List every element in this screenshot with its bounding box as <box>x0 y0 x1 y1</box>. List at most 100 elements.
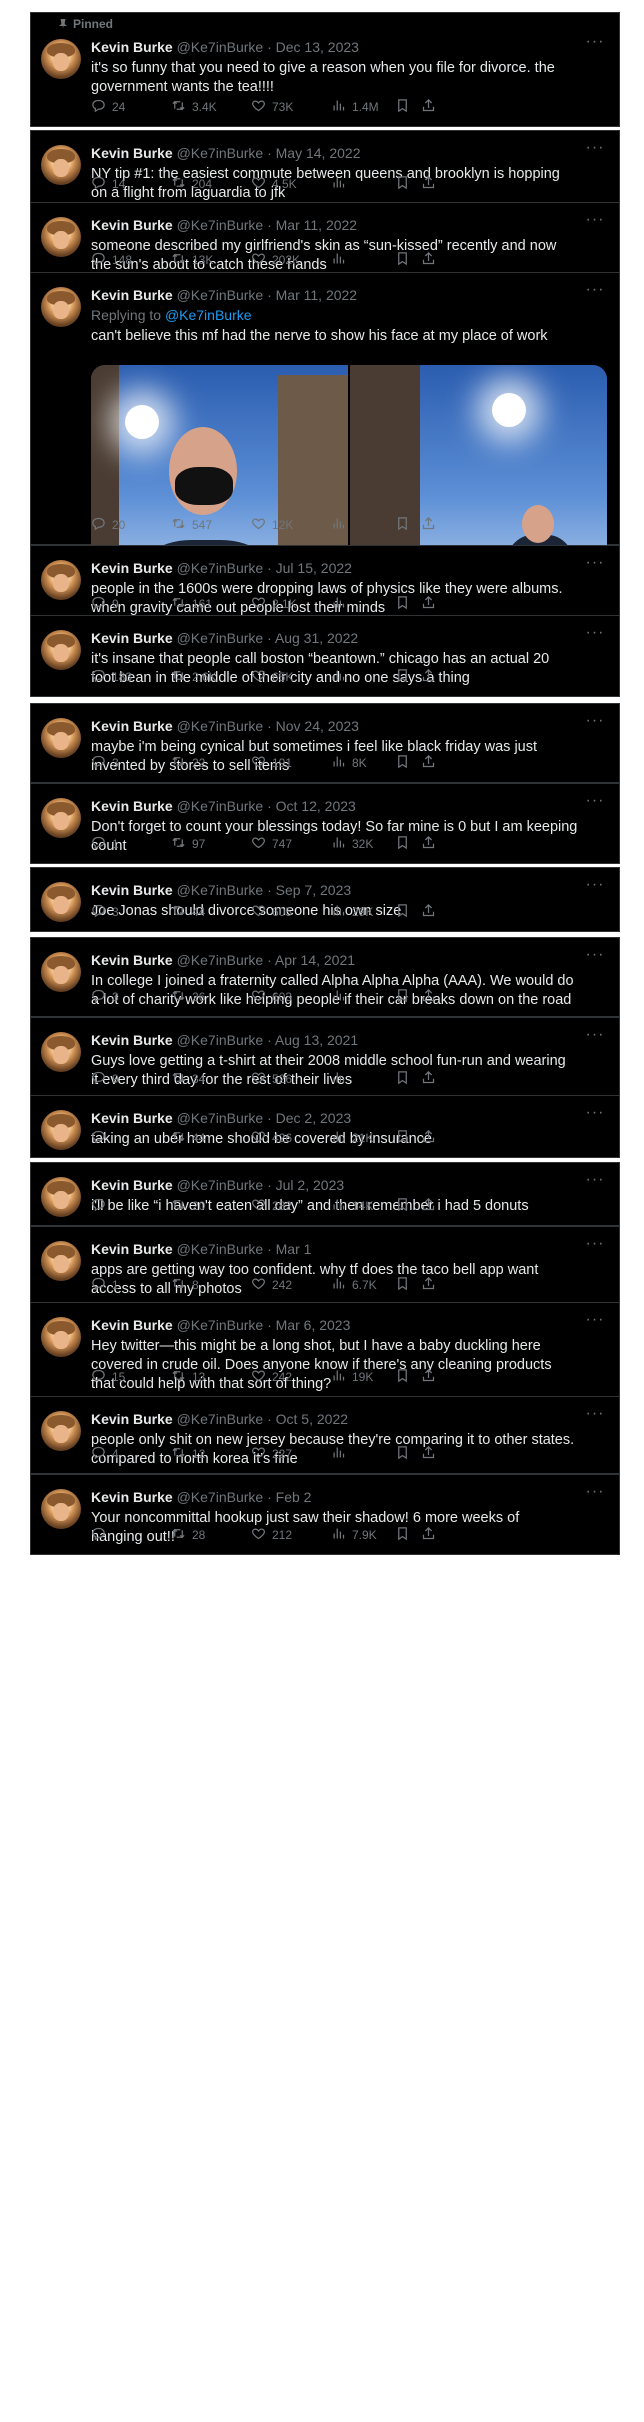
reply-button[interactable]: 1 <box>91 835 119 853</box>
reply-button[interactable] <box>91 1526 112 1544</box>
reply-button[interactable]: 3 <box>91 988 119 1006</box>
reply-button[interactable] <box>91 1197 112 1215</box>
retweet-button[interactable]: 161 <box>171 595 212 613</box>
tweet-card[interactable]: Kevin Burke @Ke7inBurke · Mar 6, 2023 ···… <box>30 1302 620 1397</box>
author-handle[interactable]: @Ke7inBurke <box>177 1411 264 1427</box>
bookmark-button[interactable] <box>395 835 410 853</box>
share-button[interactable] <box>421 1129 436 1147</box>
bookmark-button[interactable] <box>395 754 410 772</box>
author-name[interactable]: Kevin Burke <box>91 560 173 576</box>
tweet-date[interactable]: Feb 2 <box>276 1489 312 1505</box>
avatar[interactable] <box>41 1241 81 1281</box>
more-icon[interactable]: ··· <box>585 140 605 157</box>
more-icon[interactable]: ··· <box>585 1172 605 1189</box>
avatar[interactable] <box>41 630 81 670</box>
retweet-button[interactable]: 12 <box>171 1445 205 1463</box>
more-icon[interactable]: ··· <box>585 282 605 299</box>
more-icon[interactable]: ··· <box>585 34 605 51</box>
tweet-card[interactable]: Kevin Burke @Ke7inBurke · Dec 2, 2023 ···… <box>30 1095 620 1158</box>
views-button[interactable]: 19K <box>331 1368 373 1386</box>
like-button[interactable]: 282 <box>251 1197 292 1215</box>
reply-button[interactable] <box>91 1129 112 1147</box>
avatar[interactable] <box>41 287 81 327</box>
reply-button[interactable]: 20 <box>91 516 125 534</box>
like-button[interactable]: 4.5K <box>251 175 297 193</box>
retweet-button[interactable]: 34 <box>171 1070 205 1088</box>
like-button[interactable]: 202K <box>251 251 300 269</box>
share-button[interactable] <box>421 516 436 534</box>
retweet-button[interactable]: 3.4K <box>171 98 217 116</box>
author-handle[interactable]: @Ke7inBurke <box>177 718 264 734</box>
tweet-card[interactable]: Kevin Burke @Ke7inBurke · Jul 15, 2022 ··… <box>30 545 620 624</box>
tweet-date[interactable]: Aug 13, 2021 <box>275 1032 358 1048</box>
views-button[interactable] <box>331 175 352 193</box>
author-handle[interactable]: @Ke7inBurke <box>177 145 264 161</box>
reply-button[interactable]: 148 <box>91 251 132 269</box>
bookmark-button[interactable] <box>395 251 410 269</box>
bookmark-button[interactable] <box>395 1197 410 1215</box>
author-name[interactable]: Kevin Burke <box>91 952 173 968</box>
views-button[interactable] <box>331 1445 352 1463</box>
replying-to-handle[interactable]: @Ke7inBurke <box>165 307 252 323</box>
reply-button[interactable]: 14 <box>91 175 125 193</box>
like-button[interactable]: 73K <box>251 98 293 116</box>
share-button[interactable] <box>421 1276 436 1294</box>
bookmark-button[interactable] <box>395 988 410 1006</box>
more-icon[interactable]: ··· <box>585 1484 605 1501</box>
more-icon[interactable]: ··· <box>585 793 605 810</box>
retweet-button[interactable]: 204 <box>171 175 212 193</box>
author-handle[interactable]: @Ke7inBurke <box>177 1032 264 1048</box>
avatar[interactable] <box>41 1110 81 1150</box>
reply-button[interactable]: 24 <box>91 98 125 116</box>
share-button[interactable] <box>421 988 436 1006</box>
bookmark-button[interactable] <box>395 98 410 116</box>
more-icon[interactable]: ··· <box>585 625 605 642</box>
avatar[interactable] <box>41 1317 81 1357</box>
tweet-date[interactable]: Nov 24, 2023 <box>276 718 359 734</box>
retweet-button[interactable]: 2.6K <box>171 668 217 686</box>
reply-button[interactable]: 9 <box>91 1070 119 1088</box>
retweet-button[interactable]: 22 <box>171 754 205 772</box>
author-name[interactable]: Kevin Burke <box>91 1241 173 1257</box>
retweet-button[interactable]: 13K <box>171 251 213 269</box>
avatar[interactable] <box>41 1177 81 1217</box>
author-handle[interactable]: @Ke7inBurke <box>177 1110 264 1126</box>
tweet-date[interactable]: Jul 15, 2022 <box>276 560 352 576</box>
retweet-button[interactable]: 44 <box>171 903 205 921</box>
avatar[interactable] <box>41 1032 81 1072</box>
more-icon[interactable]: ··· <box>585 555 605 572</box>
author-name[interactable]: Kevin Burke <box>91 1489 173 1505</box>
share-button[interactable] <box>421 1368 436 1386</box>
like-button[interactable]: 605 <box>251 903 292 921</box>
author-handle[interactable]: @Ke7inBurke <box>177 882 264 898</box>
like-button[interactable]: 526 <box>251 1070 292 1088</box>
views-button[interactable] <box>331 988 352 1006</box>
share-button[interactable] <box>421 175 436 193</box>
avatar[interactable] <box>41 1411 81 1451</box>
tweet-card[interactable]: Kevin Burke @Ke7inBurke · Mar 11, 2022 ··… <box>30 202 620 280</box>
like-button[interactable]: 191 <box>251 754 292 772</box>
author-name[interactable]: Kevin Burke <box>91 882 173 898</box>
author-handle[interactable]: @Ke7inBurke <box>177 1177 264 1193</box>
tweet-date[interactable]: Oct 12, 2023 <box>276 798 356 814</box>
tweet-date[interactable]: Mar 1 <box>276 1241 312 1257</box>
avatar[interactable] <box>41 952 81 992</box>
author-name[interactable]: Kevin Burke <box>91 718 173 734</box>
like-button[interactable]: 2.1K <box>251 595 297 613</box>
author-handle[interactable]: @Ke7inBurke <box>177 630 264 646</box>
tweet-date[interactable]: Apr 14, 2021 <box>275 952 355 968</box>
author-name[interactable]: Kevin Burke <box>91 287 173 303</box>
tweet-card[interactable]: Kevin Burke @Ke7inBurke · Nov 24, 2023 ··… <box>30 703 620 783</box>
views-button[interactable]: 1.4M <box>331 98 379 116</box>
like-button[interactable]: 212 <box>251 1526 292 1544</box>
author-name[interactable]: Kevin Burke <box>91 39 173 55</box>
reply-button[interactable]: 1 <box>91 1276 119 1294</box>
tweet-card[interactable]: Pinned Kevin Burke @Ke7inBurke · Dec 13, … <box>30 12 620 127</box>
share-button[interactable] <box>421 1070 436 1088</box>
bookmark-button[interactable] <box>395 1526 410 1544</box>
tweet-card[interactable]: Kevin Burke @Ke7inBurke · Aug 31, 2022 ··… <box>30 615 620 697</box>
tweet-date[interactable]: Sep 7, 2023 <box>276 882 352 898</box>
tweet-card[interactable]: Kevin Burke @Ke7inBurke · Feb 2 ··· Your n… <box>30 1474 620 1555</box>
share-button[interactable] <box>421 754 436 772</box>
tweet-card[interactable]: Kevin Burke @Ke7inBurke · Jul 2, 2023 ···… <box>30 1162 620 1226</box>
